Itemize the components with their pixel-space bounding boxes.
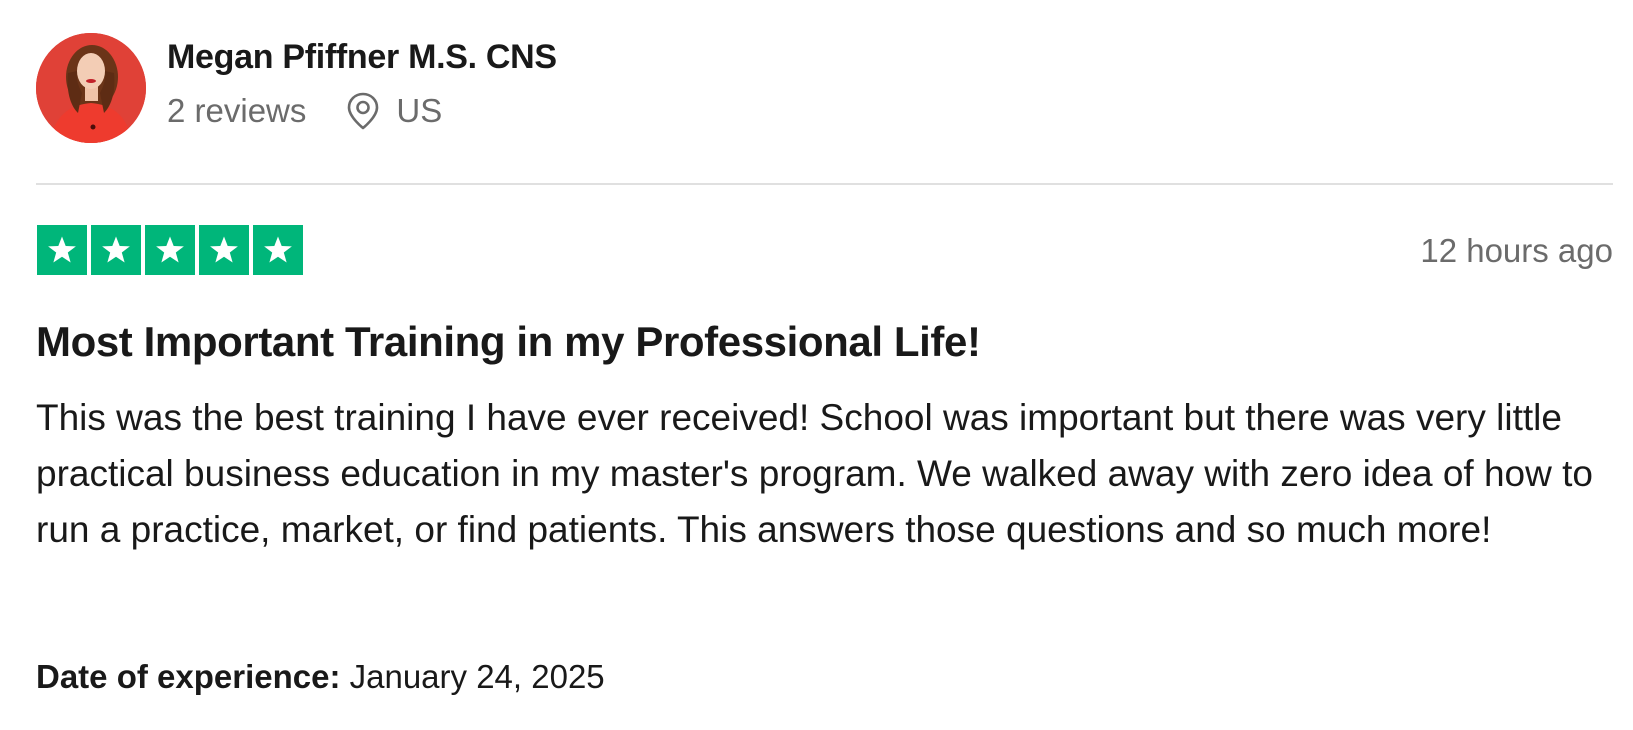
experience-date: January 24, 2025 <box>349 658 605 695</box>
star-icon <box>253 225 303 275</box>
consumer-info: Megan Pfiffner M.S. CNS 2 reviews US <box>36 33 1613 143</box>
avatar-photo-icon <box>36 33 146 143</box>
review-text: This was the best training I have ever r… <box>36 397 1593 550</box>
consumer-location: US <box>346 92 442 130</box>
star-icon <box>199 225 249 275</box>
review-date: 12 hours ago <box>1420 232 1613 269</box>
star-icon <box>37 225 87 275</box>
consumer-name[interactable]: Megan Pfiffner M.S. CNS <box>167 38 557 77</box>
divider <box>36 183 1613 185</box>
reviews-count: 2 reviews <box>167 92 307 129</box>
star-rating <box>37 225 303 275</box>
star-icon <box>91 225 141 275</box>
location-label: US <box>396 92 443 129</box>
review-card: Megan Pfiffner M.S. CNS 2 reviews US 12 … <box>36 0 1613 730</box>
experience-label: Date of experience: <box>36 658 341 695</box>
avatar[interactable] <box>36 33 146 143</box>
review-title[interactable]: Most Important Training in my Profession… <box>36 318 981 366</box>
consumer-meta: 2 reviews US <box>167 92 442 130</box>
location-pin-icon <box>346 92 380 130</box>
star-icon <box>145 225 195 275</box>
date-of-experience: Date of experience: January 24, 2025 <box>36 658 605 696</box>
